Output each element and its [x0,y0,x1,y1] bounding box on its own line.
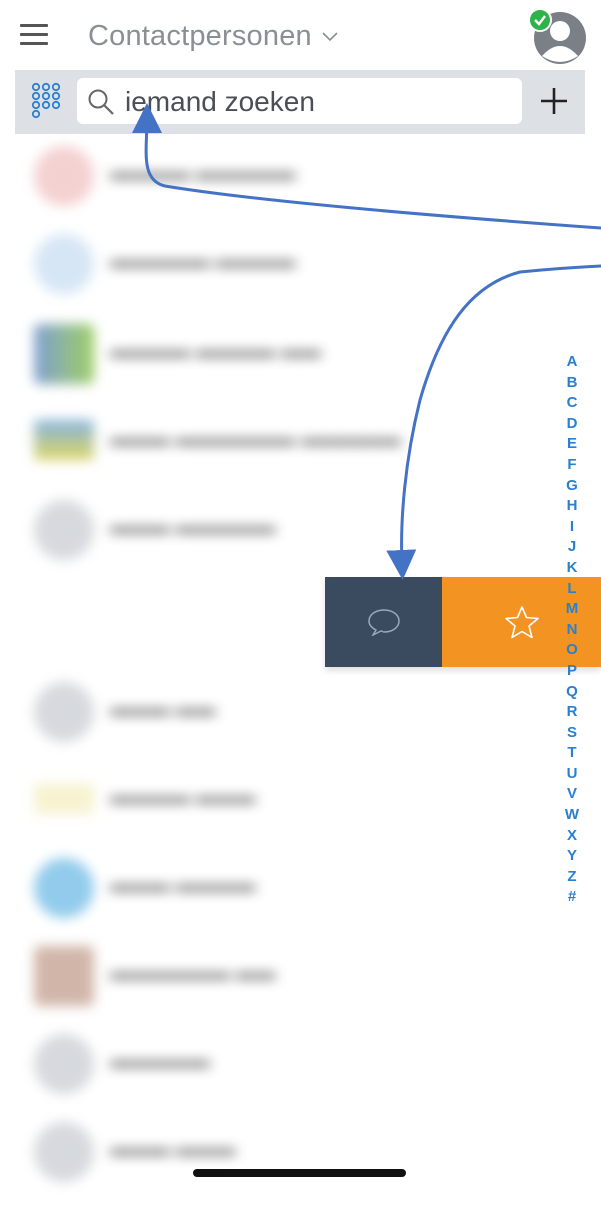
alphabet-letter[interactable]: Q [563,682,581,703]
title-dropdown[interactable]: Contactpersonen [88,20,338,53]
alphabet-letter[interactable]: D [563,414,581,435]
alphabet-letter[interactable]: V [563,784,581,805]
alphabet-letter[interactable]: E [563,434,581,455]
avatar [34,858,94,918]
alphabet-letter[interactable]: H [563,496,581,517]
contact-logo [34,146,94,206]
alphabet-letter[interactable]: S [563,723,581,744]
contact-name-blurred: ▬▬▬▬ ▬▬▬ [110,786,256,808]
list-item[interactable]: ▬▬▬ ▬▬▬▬▬ [30,494,450,564]
avatar [34,500,94,560]
list-item[interactable]: ▬▬▬▬▬ ▬▬▬▬ [30,228,450,298]
alphabet-letter[interactable]: N [563,620,581,641]
contact-name-blurred: ▬▬▬ ▬▬ [110,698,216,720]
contact-logo [34,784,94,814]
chat-button[interactable] [325,577,442,667]
user-avatar-icon[interactable] [526,6,586,66]
alphabet-letter[interactable]: O [563,640,581,661]
list-item[interactable]: ▬▬▬ ▬▬▬▬ [30,852,450,922]
contact-name-blurred: ▬▬▬▬ ▬▬▬▬▬ [110,162,296,184]
dialpad-icon[interactable] [29,82,63,120]
page-title: Contactpersonen [88,20,312,52]
home-indicator[interactable] [193,1169,406,1177]
alphabet-letter[interactable]: B [563,373,581,394]
alphabet-letter[interactable]: R [563,702,581,723]
search-input[interactable]: iemand zoeken [77,78,522,124]
alphabet-letter[interactable]: Y [563,846,581,867]
list-item[interactable]: ▬▬▬ ▬▬▬▬▬▬ ▬▬▬▬▬ [30,406,450,476]
search-placeholder: iemand zoeken [125,86,315,117]
alphabet-letter[interactable]: W [563,805,581,826]
alphabet-letter[interactable]: C [563,393,581,414]
contact-name-blurred: ▬▬▬ ▬▬▬▬▬▬ ▬▬▬▬▬ [110,428,402,450]
list-item[interactable]: ▬▬▬▬▬ [30,1028,450,1098]
alphabet-letter[interactable]: T [563,743,581,764]
contact-name-blurred: ▬▬▬▬ ▬▬▬▬ ▬▬ [110,340,322,362]
contact-name-blurred: ▬▬▬ ▬▬▬ [110,1138,236,1160]
contact-name-blurred: ▬▬▬ ▬▬▬▬ [110,874,256,896]
contact-logo [34,324,94,384]
chevron-down-icon [322,31,338,41]
status-online-icon [528,8,552,32]
alphabet-letter[interactable]: G [563,476,581,497]
alphabet-letter[interactable]: F [563,455,581,476]
alphabet-index[interactable]: A B C D E F G H I J K L M N O P Q R S T U V W X Y Z # [563,352,581,908]
search-icon [88,89,114,115]
list-item[interactable]: ▬▬▬▬ ▬▬▬ [30,764,450,834]
avatar [34,946,94,1006]
alphabet-letter[interactable]: L [563,579,581,600]
contact-logo [34,234,94,294]
contact-name-blurred: ▬▬▬▬▬ ▬▬▬▬ [110,250,296,272]
chat-bubble-icon [367,609,400,636]
contact-name-blurred: ▬▬▬▬▬ [110,1050,210,1072]
contact-logo [34,420,94,460]
hamburger-icon[interactable] [20,24,48,46]
alphabet-letter[interactable]: K [563,558,581,579]
swipe-actions [325,577,601,667]
alphabet-letter[interactable]: J [563,537,581,558]
star-icon [504,606,539,639]
list-item[interactable]: ▬▬▬ ▬▬ [30,676,450,746]
alphabet-letter[interactable]: X [563,826,581,847]
avatar [34,1122,94,1182]
avatar [34,682,94,742]
contact-name-blurred: ▬▬▬▬▬▬ ▬▬ [110,962,276,984]
app-header: Contactpersonen [0,0,601,72]
list-item[interactable]: ▬▬▬▬▬▬ ▬▬ [30,940,450,1010]
plus-icon[interactable] [537,84,571,118]
alphabet-letter[interactable]: Z [563,867,581,888]
list-item[interactable]: ▬▬▬▬ ▬▬▬▬▬ [30,140,450,210]
alphabet-letter[interactable]: P [563,661,581,682]
contact-name-blurred: ▬▬▬ ▬▬▬▬▬ [110,516,276,538]
alphabet-letter[interactable]: I [563,517,581,538]
avatar [34,1034,94,1094]
search-bar: iemand zoeken [15,70,585,134]
alphabet-letter[interactable]: M [563,599,581,620]
alphabet-letter[interactable]: A [563,352,581,373]
alphabet-letter[interactable]: # [563,887,581,908]
alphabet-letter[interactable]: U [563,764,581,785]
list-item[interactable]: ▬▬▬▬ ▬▬▬▬ ▬▬ [30,318,450,388]
